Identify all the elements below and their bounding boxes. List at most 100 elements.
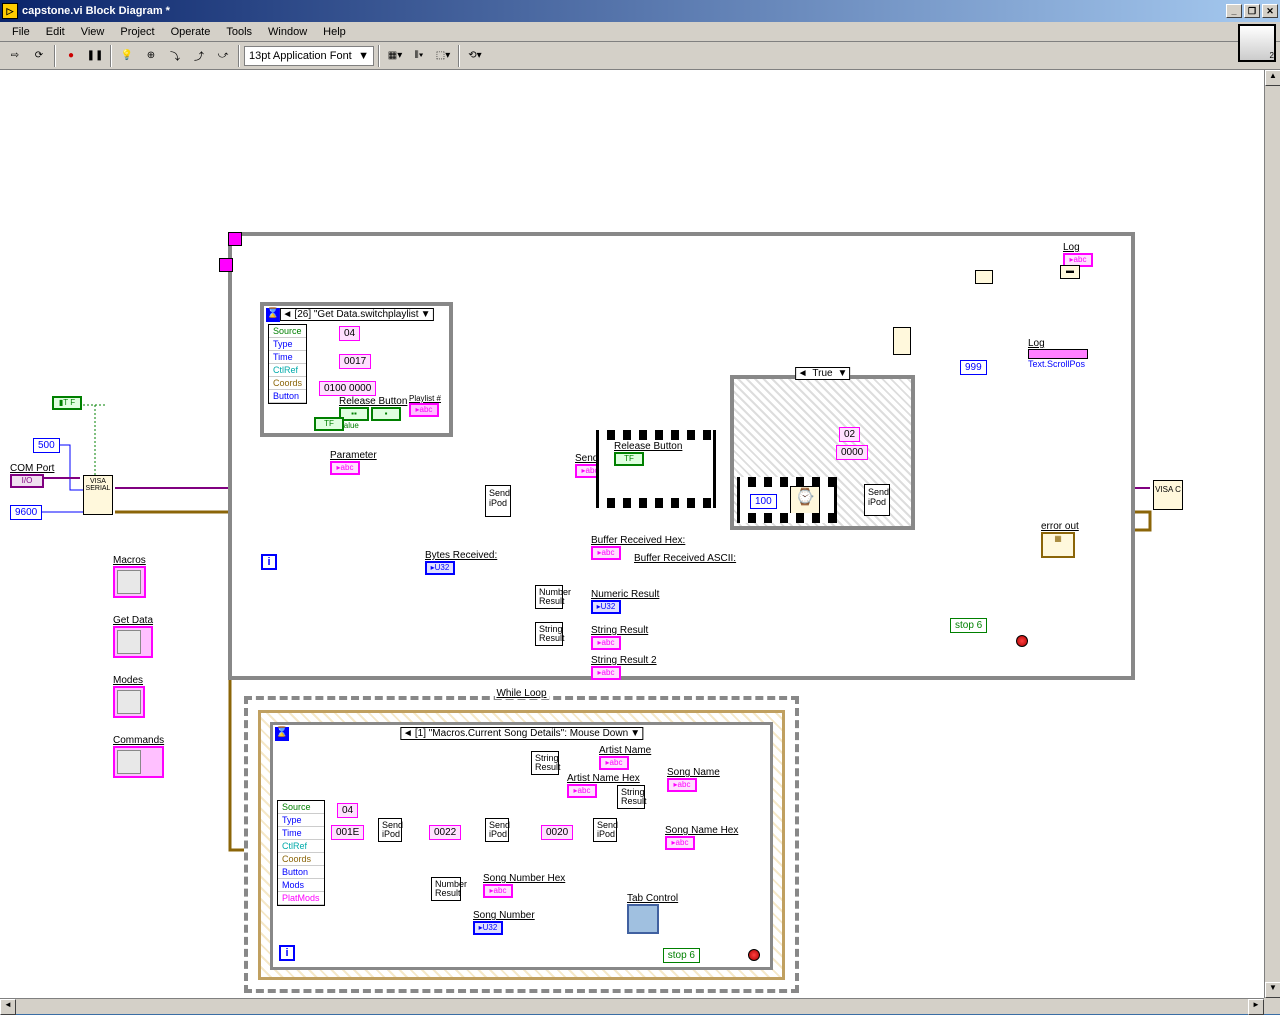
menu-file[interactable]: File (4, 24, 38, 40)
event2-data-node[interactable]: Source Type Time CtlRef Coords Button Mo… (277, 800, 325, 906)
vi-icon[interactable]: 2 (1238, 24, 1276, 62)
menu-operate[interactable]: Operate (163, 24, 219, 40)
artistname-terminal[interactable]: ▸abc (599, 756, 629, 770)
release-btn2-terminal[interactable]: TF (614, 452, 644, 466)
run-button[interactable]: ⇨ (4, 45, 26, 67)
menu-help[interactable]: Help (315, 24, 354, 40)
const-0100[interactable]: 0100 0000 (319, 381, 376, 396)
songnum-terminal[interactable]: ▸U32 (473, 921, 503, 935)
close-button[interactable]: ✕ (1262, 4, 1278, 18)
inner-sequence[interactable]: 100 ⌚ (737, 477, 837, 523)
const-100[interactable]: 100 (750, 494, 777, 509)
constant-timeout[interactable]: 500 (33, 438, 60, 453)
scroll-right-button[interactable]: ► (1248, 999, 1264, 1015)
scroll-up-button[interactable]: ▲ (1265, 70, 1280, 86)
const-0000[interactable]: 0000 (836, 445, 868, 460)
highlight-button[interactable]: 💡 (116, 45, 138, 67)
horizontal-scrollbar[interactable]: ◄ ► (0, 998, 1264, 1014)
numresult-terminal[interactable]: ▸U32 (591, 600, 621, 614)
menu-tools[interactable]: Tools (218, 24, 260, 40)
stop-terminal-2[interactable] (748, 949, 760, 961)
commands-control[interactable] (113, 746, 164, 778)
event2-selector[interactable]: [1] "Macros.Current Song Details": Mouse… (400, 727, 643, 740)
const-0020[interactable]: 0020 (541, 825, 573, 840)
number-result-subvi[interactable]: Number Result (535, 585, 563, 609)
send-ipod-a[interactable]: Send iPod (378, 818, 402, 842)
case-structure-true[interactable]: True 02 0000 100 ⌚ Send iPod (730, 375, 915, 530)
build-array-icon[interactable] (893, 327, 911, 355)
const-999[interactable]: 999 (960, 360, 987, 375)
modes-control[interactable] (113, 686, 145, 718)
visa-close-subvi[interactable]: VISA C (1153, 480, 1183, 510)
macros-control[interactable] (113, 566, 146, 598)
send-ipod-subvi-2[interactable]: Send iPod (864, 484, 890, 516)
constant-baud[interactable]: 9600 (10, 505, 42, 520)
restore-button[interactable]: ❐ (1244, 4, 1260, 18)
scroll-left-button[interactable]: ◄ (0, 999, 16, 1015)
string-result-b[interactable]: String Result (617, 785, 645, 809)
log-label: Log (1063, 242, 1093, 253)
menu-project[interactable]: Project (112, 24, 162, 40)
minimize-button[interactable]: _ (1226, 4, 1242, 18)
reorder-button[interactable]: ⟲▾ (464, 45, 486, 67)
abort-button[interactable]: ● (60, 45, 82, 67)
step-into-button[interactable]: ⤵ (164, 45, 186, 67)
bool-constant[interactable]: ▮T F (52, 396, 82, 410)
songnumhex-terminal[interactable]: ▸abc (483, 884, 513, 898)
menu-window[interactable]: Window (260, 24, 315, 40)
pause-button[interactable]: ❚❚ (84, 45, 106, 67)
bufhex-terminal[interactable]: ▸abc (591, 546, 621, 560)
send-ipod-c[interactable]: Send iPod (593, 818, 617, 842)
stop-terminal-1[interactable] (1016, 635, 1028, 647)
menu-view[interactable]: View (73, 24, 113, 40)
songname-terminal[interactable]: ▸abc (667, 778, 697, 792)
const-02[interactable]: 02 (839, 427, 860, 442)
errorout-terminal[interactable]: ▦ (1041, 532, 1075, 558)
log-property-node[interactable] (1028, 349, 1088, 359)
step-out-button[interactable]: ⤻ (212, 45, 234, 67)
step-over-button[interactable]: ⤴ (188, 45, 210, 67)
case-selector-true[interactable]: True (795, 367, 851, 380)
string-result-subvi[interactable]: String Result (535, 622, 563, 646)
event1-selector[interactable]: [26] "Get Data.switchplaylist (279, 308, 433, 321)
const-04-b[interactable]: 04 (337, 803, 358, 818)
distribute-button[interactable]: ⫴▾ (408, 45, 430, 67)
event1-data-node[interactable]: Source Type Time CtlRef Coords Button (268, 324, 307, 404)
scroll-down-button[interactable]: ▼ (1265, 982, 1280, 998)
strresult-terminal[interactable]: ▸abc (591, 636, 621, 650)
font-select[interactable]: 13pt Application Font▼ (244, 46, 374, 66)
number-result-b[interactable]: Number Result (431, 877, 461, 901)
artistnamehex-terminal[interactable]: ▸abc (567, 784, 597, 798)
comport-control[interactable]: I/O (10, 474, 44, 488)
run-continuous-button[interactable]: ⟳ (28, 45, 50, 67)
wait-icon[interactable]: ⌚ (790, 486, 820, 516)
songnamehex-terminal[interactable]: ▸abc (665, 836, 695, 850)
concat-icon[interactable]: ▬ (1060, 265, 1080, 279)
visa-serial-subvi[interactable]: VISA SERIAL (83, 475, 113, 515)
const-0022[interactable]: 0022 (429, 825, 461, 840)
retain-wire-button[interactable]: ⊕ (140, 45, 162, 67)
const-04[interactable]: 04 (339, 326, 360, 341)
event-structure-2[interactable]: ⌛ [1] "Macros.Current Song Details": Mou… (270, 722, 773, 970)
tabcontrol-terminal[interactable] (627, 904, 659, 934)
send-ipod-subvi-1[interactable]: Send iPod (485, 485, 511, 517)
getdata-control[interactable] (113, 626, 153, 658)
string-result-a[interactable]: String Result (531, 751, 559, 775)
value-terminal[interactable]: ▪ (371, 407, 401, 421)
send-ipod-b[interactable]: Send iPod (485, 818, 509, 842)
strresult2-terminal[interactable]: ▸abc (591, 666, 621, 680)
playlist-terminal[interactable]: ▸abc (409, 403, 439, 417)
menu-edit[interactable]: Edit (38, 24, 73, 40)
parameter-terminal[interactable]: ▸abc (330, 461, 360, 475)
const-001e[interactable]: 001E (331, 825, 364, 840)
block-diagram-canvas[interactable]: ▮T F 500 COM Port I/O 9600 VISA SERIAL M… (0, 70, 1264, 998)
align-button[interactable]: ▦▾ (384, 45, 406, 67)
concat-icon-2[interactable] (975, 270, 993, 284)
bytes-recv-terminal[interactable]: ▸U32 (425, 561, 455, 575)
const-0017[interactable]: 0017 (339, 354, 371, 369)
resize-button[interactable]: ⬚▾ (432, 45, 454, 67)
event-structure-1[interactable]: ⌛ [26] "Get Data.switchplaylist Source T… (260, 302, 453, 437)
tf-terminal[interactable]: TF (314, 417, 344, 431)
sequence-structure-1[interactable]: Release Button TF (596, 430, 716, 508)
vertical-scrollbar[interactable]: ▲ ▼ (1264, 70, 1280, 998)
